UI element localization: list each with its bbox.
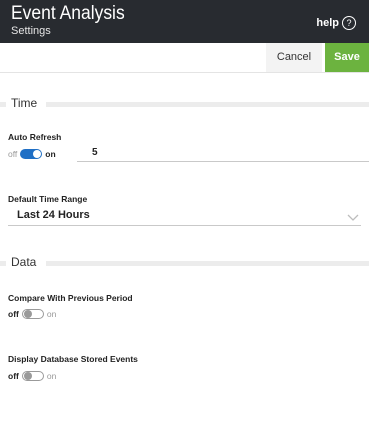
help-label: help xyxy=(316,17,339,29)
auto-refresh-label: Auto Refresh xyxy=(8,132,62,142)
section-divider xyxy=(0,261,6,266)
toggle-knob xyxy=(23,310,32,318)
default-time-range-select[interactable]: Last 24 Hours xyxy=(8,207,361,226)
db-stored-events-toggle[interactable] xyxy=(21,371,44,381)
page-title: Event Analysis xyxy=(11,3,125,24)
auto-refresh-interval-input[interactable] xyxy=(77,145,369,162)
page-subtitle: Settings xyxy=(11,25,51,37)
compare-previous-toggle[interactable] xyxy=(21,309,44,319)
section-header-time: Time xyxy=(0,96,369,111)
toggle-on-label: on xyxy=(46,309,57,319)
toggle-knob xyxy=(33,150,42,158)
toggle-off-label: off xyxy=(8,371,19,381)
auto-refresh-toggle[interactable] xyxy=(20,149,43,159)
db-stored-events-label: Display Database Stored Events xyxy=(8,354,138,364)
compare-previous-toggle-row: off on xyxy=(8,308,56,320)
section-header-data: Data xyxy=(0,255,369,270)
section-divider xyxy=(46,261,369,266)
app-header: Event Analysis Settings help ? xyxy=(0,0,369,43)
section-title: Time xyxy=(11,96,38,110)
help-link[interactable]: help ? xyxy=(316,15,356,31)
default-time-range-value: Last 24 Hours xyxy=(17,209,90,221)
section-divider xyxy=(46,102,369,107)
default-time-range-label: Default Time Range xyxy=(8,194,88,204)
toggle-off-label: off xyxy=(8,309,19,319)
toggle-knob xyxy=(23,372,32,380)
action-toolbar: Cancel Save xyxy=(0,43,369,73)
auto-refresh-toggle-row: off on xyxy=(8,148,56,160)
question-circle-icon: ? xyxy=(342,16,356,30)
section-divider xyxy=(0,102,6,107)
toggle-on-label: on xyxy=(46,371,57,381)
chevron-down-icon xyxy=(347,209,359,227)
toggle-off-label: off xyxy=(8,149,18,159)
db-stored-events-toggle-row: off on xyxy=(8,370,56,382)
save-button[interactable]: Save xyxy=(325,43,369,72)
toggle-on-label: on xyxy=(45,149,56,159)
compare-previous-label: Compare With Previous Period xyxy=(8,293,133,303)
section-title: Data xyxy=(11,255,37,269)
cancel-button[interactable]: Cancel xyxy=(266,43,322,72)
